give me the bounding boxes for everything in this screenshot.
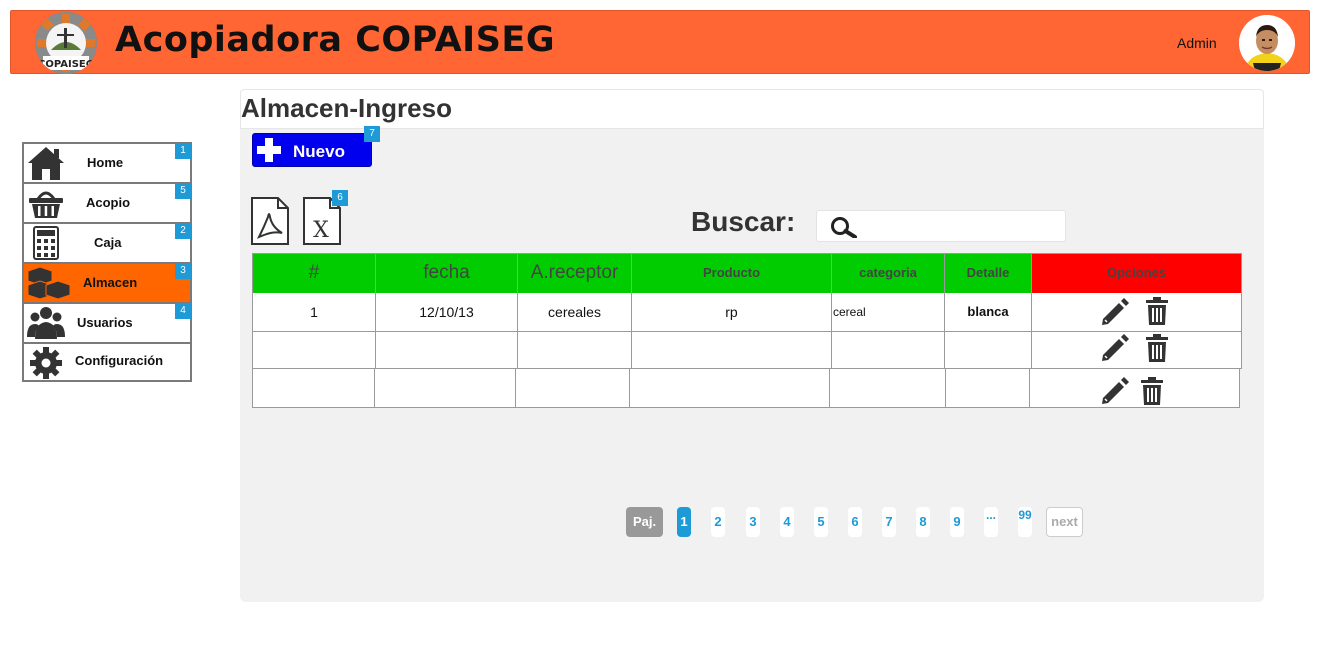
page-ellipsis: ... bbox=[984, 507, 998, 537]
column-header-opciones: Opciones bbox=[1032, 253, 1242, 293]
main-panel: Almacen-Ingreso Nuevo 7 X 6 Buscar: # fe… bbox=[240, 89, 1264, 602]
app-title: Acopiadora COPAISEG bbox=[115, 20, 556, 60]
copaiseg-logo: COPAISEG bbox=[35, 12, 97, 74]
home-icon bbox=[28, 147, 64, 180]
trash-icon[interactable] bbox=[1140, 376, 1164, 406]
edit-icon[interactable] bbox=[1100, 333, 1130, 363]
plus-icon bbox=[257, 138, 281, 162]
user-name[interactable]: Admin bbox=[1177, 35, 1217, 51]
search-icon bbox=[831, 217, 857, 238]
sidebar-item-almacen[interactable]: Almacen bbox=[24, 264, 190, 304]
table-cell bbox=[375, 368, 516, 408]
trash-icon[interactable] bbox=[1145, 333, 1169, 363]
table-actions-cell bbox=[1030, 368, 1240, 408]
table-cell bbox=[830, 368, 946, 408]
boxes-icon bbox=[27, 266, 70, 300]
sidebar-label-caja: Caja bbox=[94, 235, 122, 250]
sidebar-item-home[interactable]: Home bbox=[24, 144, 190, 184]
page-link-4[interactable]: 4 bbox=[780, 507, 794, 537]
trash-icon[interactable] bbox=[1145, 296, 1169, 326]
page-link-99[interactable]: 99 bbox=[1018, 507, 1032, 537]
pdf-file-icon bbox=[251, 197, 289, 245]
sidebar-item-acopio[interactable]: Acopio bbox=[24, 184, 190, 224]
badge-caja: 2 bbox=[175, 223, 191, 239]
table-cell bbox=[630, 368, 830, 408]
column-header-categoria: categoria bbox=[832, 253, 945, 293]
table-cell bbox=[832, 332, 945, 369]
column-header-detalle: Detalle bbox=[945, 253, 1032, 293]
table-cell: 1 bbox=[252, 293, 376, 332]
table-actions-cell bbox=[1032, 332, 1242, 369]
page-link-6[interactable]: 6 bbox=[848, 507, 862, 537]
column-header-receptor: A.receptor bbox=[518, 253, 632, 293]
table-cell: rp bbox=[632, 293, 832, 332]
svg-text:X: X bbox=[313, 218, 329, 243]
sidebar-nav: Home Acopio Caja Almacen Usuarios Config… bbox=[22, 142, 192, 382]
title-bar: Almacen-Ingreso bbox=[240, 89, 1264, 129]
users-icon bbox=[27, 307, 65, 339]
badge-export: 6 bbox=[332, 190, 348, 206]
user-avatar[interactable] bbox=[1239, 15, 1295, 71]
page-link-9[interactable]: 9 bbox=[950, 507, 964, 537]
page-link-5[interactable]: 5 bbox=[814, 507, 828, 537]
basket-icon bbox=[29, 191, 63, 218]
page-link-2[interactable]: 2 bbox=[711, 507, 725, 537]
sidebar-label-home: Home bbox=[87, 155, 124, 170]
table-cell bbox=[632, 332, 832, 369]
table-cell bbox=[946, 368, 1030, 408]
sidebar-label-almacen: Almacen bbox=[83, 275, 138, 290]
page-title: Almacen-Ingreso bbox=[241, 93, 452, 123]
export-pdf-button[interactable] bbox=[250, 197, 290, 245]
table-cell bbox=[518, 332, 632, 369]
sidebar-item-caja[interactable]: Caja bbox=[24, 224, 190, 264]
edit-icon[interactable] bbox=[1100, 297, 1130, 327]
search-box[interactable] bbox=[816, 210, 1066, 242]
table-actions-cell bbox=[1032, 293, 1242, 332]
new-button-label: Nuevo bbox=[293, 142, 345, 161]
edit-icon[interactable] bbox=[1100, 376, 1130, 406]
pagination: Paj. 1 2 3 4 5 6 7 8 9 ... 99 next bbox=[626, 507, 1096, 539]
badge-new: 7 bbox=[364, 126, 380, 142]
pager-label: Paj. bbox=[626, 507, 663, 537]
table-cell: cereales bbox=[518, 293, 632, 332]
sidebar-label-configuracion: Configuración bbox=[75, 353, 164, 368]
badge-home: 1 bbox=[175, 143, 191, 159]
page-link-3[interactable]: 3 bbox=[746, 507, 760, 537]
sidebar-item-usuarios[interactable]: Usuarios bbox=[24, 304, 190, 344]
search-label: Buscar: bbox=[691, 206, 796, 237]
page-link-8[interactable]: 8 bbox=[916, 507, 930, 537]
page-link-7[interactable]: 7 bbox=[882, 507, 896, 537]
sidebar-item-configuracion[interactable]: Configuración bbox=[24, 344, 190, 380]
table-cell: 12/10/13 bbox=[376, 293, 518, 332]
column-header-fecha: fecha bbox=[376, 253, 518, 293]
search-input[interactable] bbox=[865, 215, 1060, 237]
logo-text: COPAISEG bbox=[38, 59, 94, 70]
new-button[interactable]: Nuevo bbox=[252, 133, 372, 167]
table-cell: blanca bbox=[945, 293, 1032, 332]
gear-icon bbox=[30, 347, 62, 379]
badge-almacen: 3 bbox=[175, 263, 191, 279]
sidebar-label-acopio: Acopio bbox=[86, 195, 131, 210]
sidebar-label-usuarios: Usuarios bbox=[77, 315, 133, 330]
page-link-1[interactable]: 1 bbox=[677, 507, 691, 537]
app-header: COPAISEG Acopiadora COPAISEG Admin bbox=[10, 10, 1310, 74]
next-page-button[interactable]: next bbox=[1046, 507, 1083, 537]
table-cell bbox=[945, 332, 1032, 369]
table-cell bbox=[516, 368, 630, 408]
table-cell bbox=[252, 332, 376, 369]
column-header-producto: Producto bbox=[632, 253, 832, 293]
table-cell bbox=[376, 332, 518, 369]
calculator-icon bbox=[33, 226, 59, 260]
badge-usuarios: 4 bbox=[175, 303, 191, 319]
table-cell: cereal bbox=[832, 293, 945, 332]
column-header-number: # bbox=[252, 253, 376, 293]
badge-acopio: 5 bbox=[175, 183, 191, 199]
table-cell bbox=[252, 368, 375, 408]
